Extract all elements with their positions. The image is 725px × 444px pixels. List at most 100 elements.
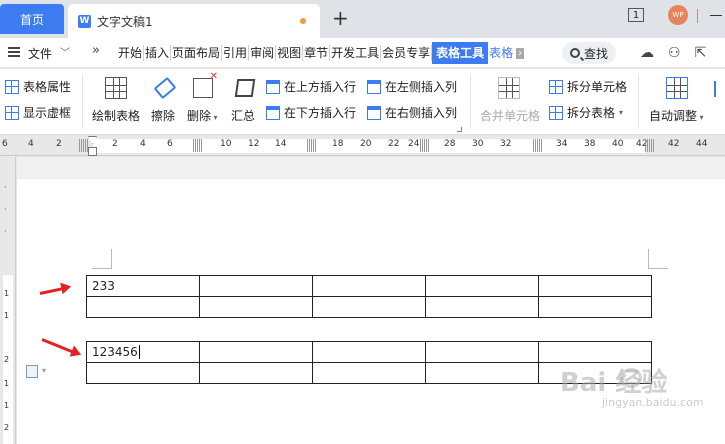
double-chevron-icon[interactable]: » bbox=[92, 43, 100, 58]
window-count-badge[interactable]: 1 bbox=[628, 8, 644, 22]
table-cell[interactable] bbox=[312, 296, 426, 318]
margin-corner-right bbox=[648, 249, 668, 269]
insert-row-below-label: 在下方插入行 bbox=[284, 106, 357, 120]
table-cell[interactable] bbox=[199, 275, 313, 297]
table-cell-active[interactable]: 123456 bbox=[86, 341, 200, 363]
ruler-cell-marker[interactable] bbox=[307, 139, 317, 152]
tab-page-layout[interactable]: 页面布局 bbox=[171, 45, 223, 61]
table-cell[interactable] bbox=[199, 362, 313, 384]
table-cell[interactable] bbox=[312, 362, 426, 384]
table-cell[interactable] bbox=[425, 362, 539, 384]
table-cell[interactable]: 233 bbox=[86, 275, 200, 297]
tab-member[interactable]: 会员专享 bbox=[381, 45, 433, 61]
more-icon[interactable] bbox=[714, 81, 722, 97]
chevron-down-icon[interactable]: ﹀ bbox=[60, 44, 70, 59]
margin-corner-left bbox=[92, 249, 112, 269]
ruler-tick: 20 bbox=[360, 139, 372, 149]
cell-text: 123456 bbox=[92, 344, 138, 359]
tab-developer[interactable]: 开发工具 bbox=[330, 45, 382, 61]
ruler-tick: 2 bbox=[56, 139, 62, 149]
ruler-tick: 4 bbox=[140, 139, 146, 149]
table-cell[interactable] bbox=[538, 275, 652, 297]
summary-button[interactable]: 汇总 bbox=[231, 107, 255, 124]
horizontal-ruler[interactable]: 6 4 2 2 4 6 10 12 14 18 20 22 24 28 30 3… bbox=[0, 136, 725, 156]
add-user-icon[interactable]: ⚇ bbox=[668, 45, 681, 61]
summary-icon[interactable] bbox=[234, 79, 256, 97]
auto-fit-button[interactable]: 自动调整 ▾ bbox=[649, 107, 704, 124]
table-cell[interactable] bbox=[86, 362, 200, 384]
table-cell[interactable] bbox=[538, 341, 652, 363]
insert-column-right-button[interactable]: 在右侧插入列 bbox=[367, 104, 457, 121]
share-icon[interactable]: ⇱ bbox=[695, 45, 707, 61]
hamburger-icon[interactable] bbox=[8, 47, 20, 57]
divider bbox=[82, 75, 83, 129]
search-icon bbox=[570, 48, 580, 58]
table-1[interactable]: 233 bbox=[86, 275, 652, 318]
insert-row-below-button[interactable]: 在下方插入行 bbox=[266, 104, 356, 121]
tab-chapter[interactable]: 章节 bbox=[303, 45, 331, 61]
tab-references[interactable]: 引用 bbox=[222, 45, 250, 61]
ruler-cell-marker[interactable] bbox=[193, 139, 203, 152]
unsaved-dot-icon bbox=[300, 18, 306, 24]
minimize-icon[interactable] bbox=[710, 15, 722, 16]
show-gridlines-label: 显示虚框 bbox=[23, 106, 72, 120]
merge-cells-icon bbox=[498, 77, 520, 99]
delete-table-icon[interactable] bbox=[193, 71, 218, 98]
chevron-down-icon[interactable]: ▾ bbox=[42, 366, 46, 375]
delete-label: 删除 bbox=[187, 109, 212, 123]
cloud-icon[interactable]: ☁ bbox=[640, 45, 654, 61]
table-cell[interactable] bbox=[312, 275, 426, 297]
table-cell[interactable] bbox=[86, 296, 200, 318]
dialog-launcher-icon[interactable] bbox=[457, 127, 462, 132]
vruler-tick: 1 bbox=[4, 311, 10, 320]
table-properties-button[interactable]: 表格属性 bbox=[5, 78, 71, 95]
merge-cells-button[interactable]: 合并单元格 bbox=[480, 107, 540, 124]
insert-column-left-button[interactable]: 在左侧插入列 bbox=[367, 78, 457, 95]
table-cell[interactable] bbox=[425, 341, 539, 363]
file-menu[interactable]: 文件 bbox=[28, 45, 52, 62]
ruler-cell-marker[interactable] bbox=[420, 139, 430, 152]
tab-table-tools[interactable]: 表格工具 bbox=[432, 42, 489, 64]
tab-review[interactable]: 审阅 bbox=[249, 45, 277, 61]
home-tab[interactable]: 首页 bbox=[0, 4, 64, 34]
eraser-icon[interactable] bbox=[153, 76, 177, 100]
erase-button[interactable]: 擦除 bbox=[151, 107, 175, 124]
insert-row-above-button[interactable]: 在上方插入行 bbox=[266, 78, 356, 95]
table-cell[interactable] bbox=[312, 341, 426, 363]
table-cell[interactable] bbox=[538, 296, 652, 318]
divider bbox=[638, 75, 639, 129]
table-cell[interactable] bbox=[199, 341, 313, 363]
ruler-tick: 2 bbox=[112, 139, 118, 149]
auto-fit-icon[interactable] bbox=[666, 77, 688, 99]
tab-table-style[interactable]: 表格 bbox=[488, 45, 514, 61]
dropdown-arrow-icon: ▾ bbox=[697, 113, 704, 122]
table-row: 233 bbox=[86, 275, 652, 297]
chevron-right-icon[interactable]: › bbox=[516, 47, 525, 59]
show-gridlines-button[interactable]: 显示虚框 bbox=[5, 104, 71, 121]
draw-table-icon[interactable] bbox=[105, 77, 127, 99]
search-button[interactable]: 查找 bbox=[562, 42, 616, 64]
vruler-tick: 2 bbox=[4, 423, 10, 432]
dropdown-arrow-icon: ▾ bbox=[619, 108, 624, 117]
table-cell[interactable] bbox=[425, 275, 539, 297]
tab-insert[interactable]: 插入 bbox=[144, 45, 172, 61]
toolbar-right: ☁ ⚇ ⇱ bbox=[640, 45, 706, 61]
split-table-button[interactable]: 拆分表格 ▾ bbox=[549, 104, 623, 121]
insert-column-right-icon bbox=[367, 105, 381, 120]
delete-button[interactable]: 删除 ▾ bbox=[187, 107, 218, 124]
draw-table-button[interactable]: 绘制表格 bbox=[92, 107, 140, 124]
ruler-cell-marker[interactable] bbox=[533, 139, 543, 152]
paragraph-handle-icon[interactable] bbox=[26, 365, 38, 378]
tab-view[interactable]: 视图 bbox=[276, 45, 304, 61]
split-cells-button[interactable]: 拆分单元格 bbox=[549, 78, 627, 95]
tab-start[interactable]: 开始 bbox=[117, 45, 145, 61]
table-cell[interactable] bbox=[199, 296, 313, 318]
ruler-cell-marker[interactable] bbox=[645, 139, 655, 152]
new-tab-button[interactable]: + bbox=[332, 8, 349, 28]
vertical-ruler[interactable]: · · · 1 1 2 1 1 2 bbox=[0, 157, 16, 444]
document-tab[interactable]: W 文字文稿1 bbox=[68, 4, 320, 38]
ruler-tick: 24 bbox=[408, 139, 420, 149]
table-cell[interactable] bbox=[425, 296, 539, 318]
left-indent-marker[interactable] bbox=[88, 147, 97, 156]
avatar[interactable]: WP bbox=[668, 5, 688, 25]
